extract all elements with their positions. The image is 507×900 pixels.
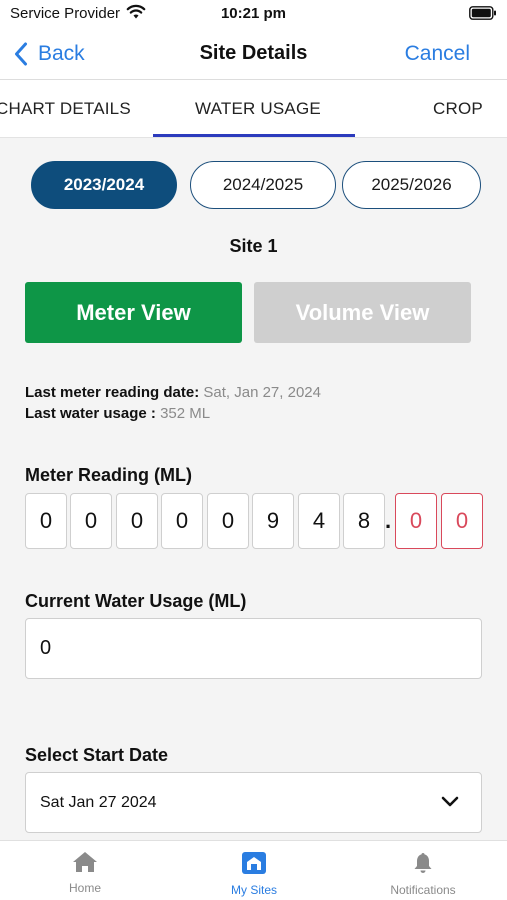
my-sites-icon [242, 852, 266, 874]
meter-digit[interactable]: 0 [207, 493, 249, 549]
volume-view-button[interactable]: Volume View [254, 282, 471, 343]
status-bar: Service Provider 10:21 pm [0, 0, 507, 28]
decimal-separator: . [385, 508, 392, 533]
last-reading-label: Last meter reading date: [25, 384, 200, 401]
meter-decimal-digit[interactable]: 0 [395, 493, 437, 549]
meter-digit[interactable]: 4 [298, 493, 340, 549]
last-usage-value: 352 ML [160, 405, 211, 422]
meter-digit[interactable]: 0 [116, 493, 158, 549]
tab-water-usage[interactable]: WATER USAGE [195, 99, 321, 119]
nav-my-sites-label: My Sites [230, 883, 277, 897]
active-tab-indicator [153, 134, 355, 137]
nav-notifications-label: Notifications [390, 883, 456, 897]
clock: 10:21 pm [220, 5, 287, 22]
start-date-value: Sat Jan 27 2024 [40, 793, 157, 811]
meter-digit[interactable]: 9 [252, 493, 294, 549]
current-usage-value: 0 [40, 637, 52, 659]
last-reading-info: Last meter reading date: Sat, Jan 27, 20… [25, 384, 321, 401]
nav-home[interactable]: Home [45, 841, 125, 900]
chevron-down-icon [441, 796, 459, 807]
tab-crop[interactable]: CROP [433, 99, 483, 119]
tab-bar: CHART DETAILS WATER USAGE CROP [0, 80, 507, 138]
tab-chart-details[interactable]: CHART DETAILS [0, 99, 131, 119]
year-2024-2025-button[interactable]: 2024/2025 [190, 161, 336, 209]
meter-digit[interactable]: 0 [161, 493, 203, 549]
site-name: Site 1 [229, 236, 278, 256]
cancel-button[interactable]: Cancel [405, 42, 470, 66]
meter-digit[interactable]: 8 [343, 493, 385, 549]
bell-icon [414, 853, 432, 873]
home-icon [73, 852, 97, 872]
current-usage-input[interactable]: 0 [25, 618, 482, 679]
nav-notifications[interactable]: Notifications [375, 841, 471, 900]
meter-digit[interactable]: 0 [70, 493, 112, 549]
nav-my-sites[interactable]: My Sites [214, 841, 294, 900]
last-usage-label: Last water usage : [25, 405, 156, 422]
year-selector: 2023/2024 2024/2025 2025/2026 [0, 161, 507, 211]
start-date-label: Select Start Date [25, 745, 169, 765]
last-reading-value: Sat, Jan 27, 2024 [203, 384, 321, 401]
bottom-navigation: Home My Sites Notifications [0, 840, 507, 900]
meter-view-button[interactable]: Meter View [25, 282, 242, 343]
start-date-select[interactable]: Sat Jan 27 2024 [25, 772, 482, 833]
last-usage-info: Last water usage : 352 ML [25, 405, 210, 422]
year-2025-2026-button[interactable]: 2025/2026 [342, 161, 481, 209]
navigation-bar: Back Site Details Cancel [0, 28, 507, 80]
year-2023-2024-button[interactable]: 2023/2024 [31, 161, 177, 209]
nav-home-label: Home [68, 881, 101, 895]
meter-reading-label: Meter Reading (ML) [25, 465, 193, 485]
meter-decimal-digit[interactable]: 0 [441, 493, 483, 549]
meter-digit[interactable]: 0 [25, 493, 67, 549]
current-usage-label: Current Water Usage (ML) [25, 591, 247, 611]
battery-icon [469, 6, 497, 25]
